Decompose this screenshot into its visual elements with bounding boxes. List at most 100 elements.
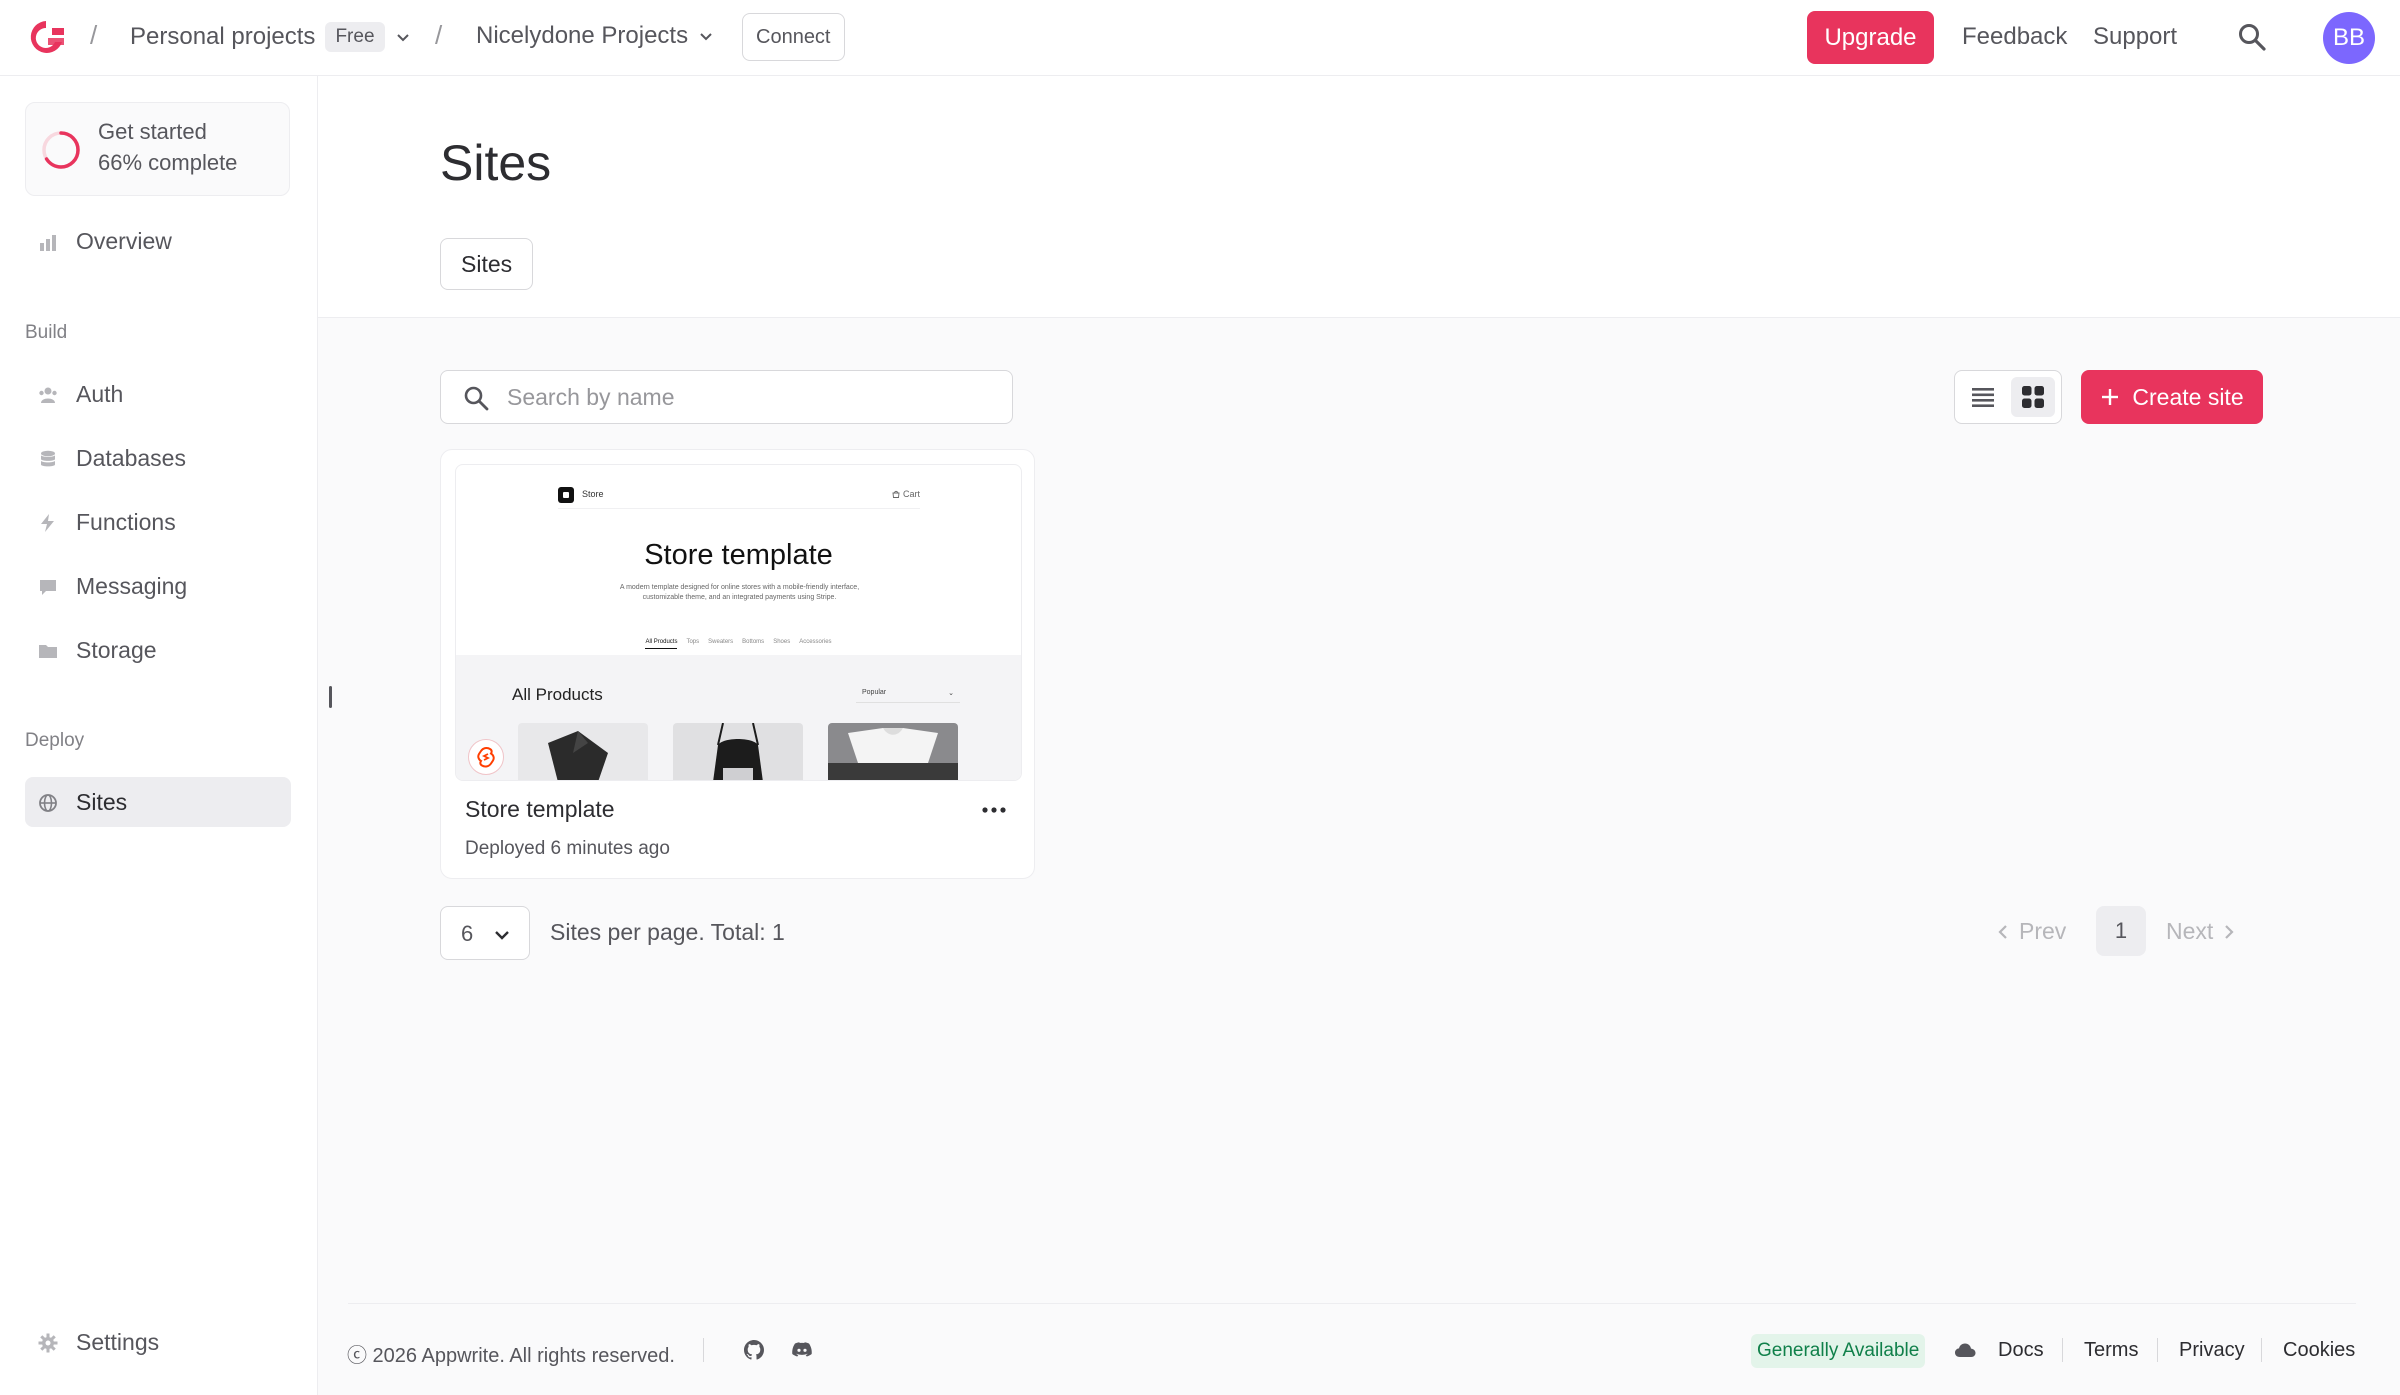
search-icon: [464, 386, 489, 411]
sidebar-item-messaging[interactable]: Messaging: [25, 561, 291, 611]
sidebar-item-label: Functions: [76, 509, 176, 535]
page-title: Sites: [440, 135, 552, 191]
grid-view-button[interactable]: [2011, 377, 2055, 417]
preview-category: All Products: [645, 639, 678, 649]
sidebar-item-label: Storage: [76, 637, 157, 663]
chevron-down-icon: ⌄: [948, 690, 954, 697]
preview-category: Shoes: [773, 639, 791, 645]
footer-link-privacy[interactable]: Privacy: [2179, 1339, 2245, 1362]
search-input[interactable]: [507, 371, 997, 423]
chevron-down-icon: [700, 33, 712, 41]
sidebar-item-sites[interactable]: Sites: [25, 777, 291, 827]
folder-icon: [39, 645, 57, 658]
chevron-left-icon: [1998, 924, 2007, 939]
site-deployed-time: Deployed 6 minutes ago: [465, 838, 670, 859]
sidebar-item-label: Auth: [76, 381, 124, 407]
page-number-button[interactable]: 1: [2096, 906, 2146, 956]
per-page-value: 6: [461, 921, 474, 946]
feedback-link[interactable]: Feedback: [1962, 23, 2067, 51]
sidebar-item-settings[interactable]: Settings: [25, 1317, 291, 1367]
section-label-deploy: Deploy: [25, 730, 85, 751]
grid-icon: [2022, 386, 2044, 408]
svelte-framework-icon: [468, 739, 504, 775]
connect-button[interactable]: Connect: [742, 13, 845, 61]
sidebar-item-label: Databases: [76, 445, 186, 471]
footer-link-cookies[interactable]: Cookies: [2283, 1339, 2355, 1362]
preview-product-image: [673, 723, 803, 780]
more-options-icon[interactable]: [979, 798, 1009, 822]
sidebar-item-functions[interactable]: Functions: [25, 497, 291, 547]
create-site-button[interactable]: Create site: [2081, 370, 2263, 424]
preview-product-image: [828, 723, 958, 780]
cloud-icon: [1955, 1343, 1976, 1357]
get-started-card[interactable]: Get started 66% complete: [25, 102, 290, 196]
user-avatar[interactable]: BB: [2323, 12, 2375, 64]
search-icon[interactable]: [2237, 22, 2267, 52]
prev-page-label: Prev: [2019, 918, 2067, 944]
preview-description: A modern template designed for online st…: [619, 584, 860, 601]
support-link[interactable]: Support: [2093, 23, 2177, 51]
github-icon[interactable]: [742, 1338, 766, 1362]
sidebar-resize-handle[interactable]: [329, 686, 332, 708]
site-card[interactable]: Store Cart Store template A modern templ…: [440, 449, 1035, 879]
sidebar-item-storage[interactable]: Storage: [25, 625, 291, 675]
preview-category: Tops: [686, 639, 700, 645]
cart-icon: [892, 490, 900, 498]
store-logo-icon: [558, 487, 574, 503]
progress-ring-icon: [42, 131, 80, 169]
sidebar: Get started 66% complete Overview Build …: [0, 76, 318, 1395]
tab-sites[interactable]: Sites: [440, 238, 534, 290]
sidebar-item-label: Messaging: [76, 573, 188, 599]
chat-bubble-icon: [40, 580, 56, 595]
footer-copyright: ⓒ 2026 Appwrite. All rights reserved.: [347, 1345, 675, 1367]
next-page-label: Next: [2166, 918, 2214, 944]
preview-category: Accessories: [799, 639, 832, 645]
org-switcher[interactable]: Personal projects Free: [130, 22, 411, 52]
preview-products-section: All Products Popular ⌄: [456, 655, 1021, 780]
project-name: Nicelydone Projects: [476, 22, 689, 49]
preview-sort-value: Popular: [862, 689, 887, 696]
create-site-label: Create site: [2132, 383, 2244, 410]
sidebar-item-overview[interactable]: Overview: [25, 216, 291, 266]
footer-separator: [703, 1338, 704, 1362]
footer-separator: [2062, 1338, 2063, 1362]
footer-divider: [348, 1303, 2356, 1304]
preview-cart-label: Cart: [902, 489, 920, 499]
get-started-title: Get started: [98, 119, 207, 144]
footer-separator: [2261, 1338, 2262, 1362]
chevron-down-icon: [396, 34, 409, 42]
site-name[interactable]: Store template: [465, 796, 615, 823]
footer-separator: [2157, 1338, 2158, 1362]
next-page-button[interactable]: Next: [2166, 918, 2235, 945]
site-preview[interactable]: Store Cart Store template A modern templ…: [455, 464, 1022, 781]
preview-category: Sweaters: [708, 639, 734, 645]
discord-icon[interactable]: [790, 1338, 814, 1362]
footer-link-terms[interactable]: Terms: [2084, 1339, 2138, 1362]
preview-product-image: [518, 723, 648, 780]
preview-categories: All Products Tops Sweaters Bottoms Shoes…: [456, 639, 1021, 649]
section-label-build: Build: [25, 322, 68, 343]
search-field[interactable]: [440, 370, 1013, 424]
appwrite-logo-icon[interactable]: [26, 18, 66, 56]
view-toggle: [1954, 370, 2062, 424]
preview-navbar: Store Cart: [558, 479, 920, 509]
preview-headline: Store template: [644, 539, 833, 571]
status-badge: Generally Available: [1751, 1334, 1926, 1368]
sidebar-item-databases[interactable]: Databases: [25, 433, 291, 483]
preview-section-title: All Products: [512, 685, 603, 704]
gear-icon: [38, 1333, 58, 1353]
per-page-summary: Sites per page. Total: 1: [550, 919, 785, 945]
chevron-right-icon: [2225, 924, 2234, 939]
breadcrumb-separator: /: [435, 20, 443, 50]
list-view-button[interactable]: [1961, 377, 2005, 417]
sidebar-item-auth[interactable]: Auth: [25, 369, 291, 419]
upgrade-button[interactable]: Upgrade: [1807, 11, 1934, 64]
users-icon: [39, 387, 57, 403]
prev-page-button[interactable]: Prev: [1997, 918, 2066, 945]
per-page-select[interactable]: 6: [440, 906, 530, 960]
breadcrumb-separator: /: [90, 20, 98, 50]
preview-cart: Cart: [892, 489, 920, 499]
org-name: Personal projects: [130, 23, 316, 50]
project-switcher[interactable]: Nicelydone Projects: [476, 22, 714, 50]
footer-link-docs[interactable]: Docs: [1998, 1339, 2044, 1362]
